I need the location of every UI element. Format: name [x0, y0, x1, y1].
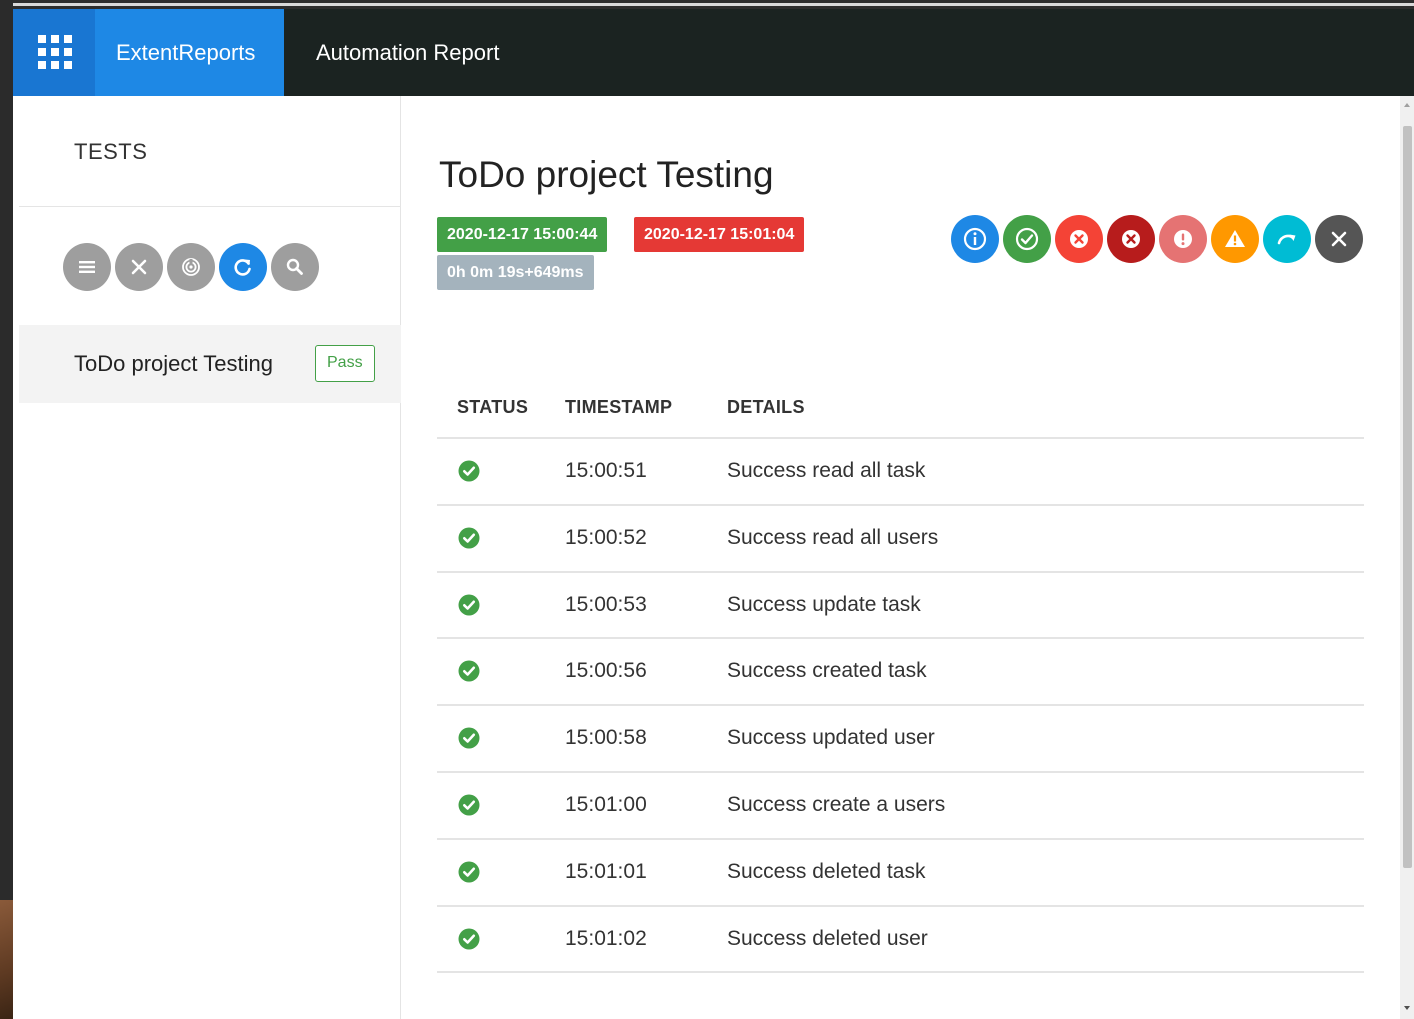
search-icon — [286, 258, 303, 275]
skip-icon — [1277, 234, 1296, 245]
status-column-header: STATUS — [457, 397, 529, 417]
info-filter-button[interactable] — [951, 215, 999, 263]
search-filter-button[interactable] — [271, 243, 319, 291]
table-row: 15:01:00 Success create a users — [437, 773, 1364, 840]
table-row: 15:00:51 Success read all task — [437, 439, 1364, 506]
fail-icon — [1070, 230, 1088, 248]
row-details: Success read all users — [727, 525, 939, 549]
check-icon — [1015, 227, 1039, 251]
table-row: 15:01:01 Success deleted task — [437, 840, 1364, 907]
list-icon — [79, 261, 95, 273]
warning-icon — [1225, 230, 1245, 247]
test-list-sidebar: TESTS ToDo project Testing Pass — [13, 96, 401, 1019]
start-time-badge: 2020-12-17 15:00:44 — [437, 217, 608, 252]
brand-logo[interactable]: ExtentReports — [95, 9, 284, 96]
test-filter-toolbar — [63, 243, 319, 291]
row-details: Success created task — [727, 659, 927, 683]
pass-status-icon — [458, 460, 480, 482]
row-timestamp: 15:00:52 — [565, 525, 647, 549]
pass-status-icon — [458, 594, 480, 616]
row-timestamp: 15:00:58 — [565, 726, 647, 750]
divider — [19, 206, 401, 207]
row-details: Success read all task — [727, 459, 926, 482]
status-badge: Pass — [315, 345, 375, 382]
window-frame-left — [0, 0, 13, 1019]
table-row: 15:00:58 Success updated user — [437, 706, 1364, 773]
skip-filter-button[interactable] — [1263, 215, 1311, 263]
row-details: Success create a users — [727, 792, 946, 816]
end-time-badge: 2020-12-17 15:01:04 — [634, 217, 805, 252]
row-details: Success deleted user — [727, 926, 928, 950]
apps-grid-icon — [38, 35, 72, 69]
pass-status-icon — [458, 727, 480, 749]
pass-status-icon — [458, 527, 480, 549]
close-icon — [131, 259, 147, 275]
table-row: 15:01:02 Success deleted user — [437, 907, 1364, 974]
table-row: 15:00:53 Success update task — [437, 573, 1364, 640]
clear-status-filter-button[interactable] — [1315, 215, 1363, 263]
pass-status-icon — [458, 861, 480, 883]
refresh-filter-button[interactable] — [219, 243, 267, 291]
fingerprint-filter-button[interactable] — [167, 243, 215, 291]
row-details: Success update task — [727, 592, 921, 616]
row-timestamp: 15:01:00 — [565, 792, 647, 816]
fatal-filter-button[interactable] — [1107, 215, 1155, 263]
timestamp-column-header: TIMESTAMP — [565, 397, 673, 417]
pass-status-icon — [458, 928, 480, 950]
table-body: 15:00:51 Success read all task 15:00:52 Suc… — [437, 439, 1364, 974]
table-header: STATUS TIMESTAMP DETAILS — [437, 376, 1364, 439]
desktop-background — [0, 900, 13, 1019]
scroll-down-arrow-icon[interactable] — [1400, 1001, 1414, 1015]
test-log-table: STATUS TIMESTAMP DETAILS 15:00:51 Success… — [437, 376, 1364, 974]
test-title: ToDo project Testing — [439, 154, 774, 195]
refresh-icon — [234, 259, 251, 276]
table-row: 15:00:56 Success created task — [437, 639, 1364, 707]
row-timestamp: 15:00:51 — [565, 459, 647, 482]
row-details: Success updated user — [727, 726, 935, 750]
row-timestamp: 15:00:53 — [565, 592, 647, 616]
status-filter-toolbar — [951, 215, 1363, 263]
pass-status-icon — [458, 794, 480, 816]
window-frame-line — [0, 3, 1414, 6]
row-timestamp: 15:01:02 — [565, 926, 647, 950]
row-details: Success deleted task — [727, 859, 926, 883]
row-timestamp: 15:00:56 — [565, 659, 647, 683]
pass-filter-button[interactable] — [1003, 215, 1051, 263]
pass-status-icon — [458, 660, 480, 682]
list-filter-button[interactable] — [63, 243, 111, 291]
menu-toggle-button[interactable] — [13, 9, 95, 96]
table-row: 15:00:52 Success read all users — [437, 506, 1364, 573]
fail-filter-button[interactable] — [1055, 215, 1103, 263]
report-name: Automation Report — [316, 40, 500, 65]
error-icon — [1174, 230, 1192, 248]
info-icon — [963, 227, 987, 251]
scrollbar-thumb[interactable] — [1403, 126, 1412, 868]
error-filter-button[interactable] — [1159, 215, 1207, 263]
duration-badge: 0h 0m 19s+649ms — [437, 255, 594, 290]
test-list-item[interactable]: ToDo project Testing Pass — [19, 325, 401, 403]
report-app: ExtentReports Automation Report TESTS To… — [13, 9, 1414, 1019]
clear-filter-button[interactable] — [115, 243, 163, 291]
fingerprint-icon — [182, 258, 200, 276]
test-detail-panel: ToDo project Testing 2020-12-17 15:00:44… — [402, 96, 1400, 1019]
vertical-scrollbar[interactable] — [1400, 96, 1414, 1019]
details-column-header: DETAILS — [727, 397, 805, 417]
scroll-up-arrow-icon[interactable] — [1400, 96, 1414, 114]
row-timestamp: 15:01:01 — [565, 859, 647, 883]
fatal-icon — [1122, 230, 1140, 248]
clear-icon — [1331, 231, 1347, 247]
test-name: ToDo project Testing — [74, 351, 273, 376]
top-navbar: ExtentReports Automation Report — [13, 9, 1414, 96]
sidebar-title: TESTS — [74, 139, 148, 164]
warning-filter-button[interactable] — [1211, 215, 1259, 263]
